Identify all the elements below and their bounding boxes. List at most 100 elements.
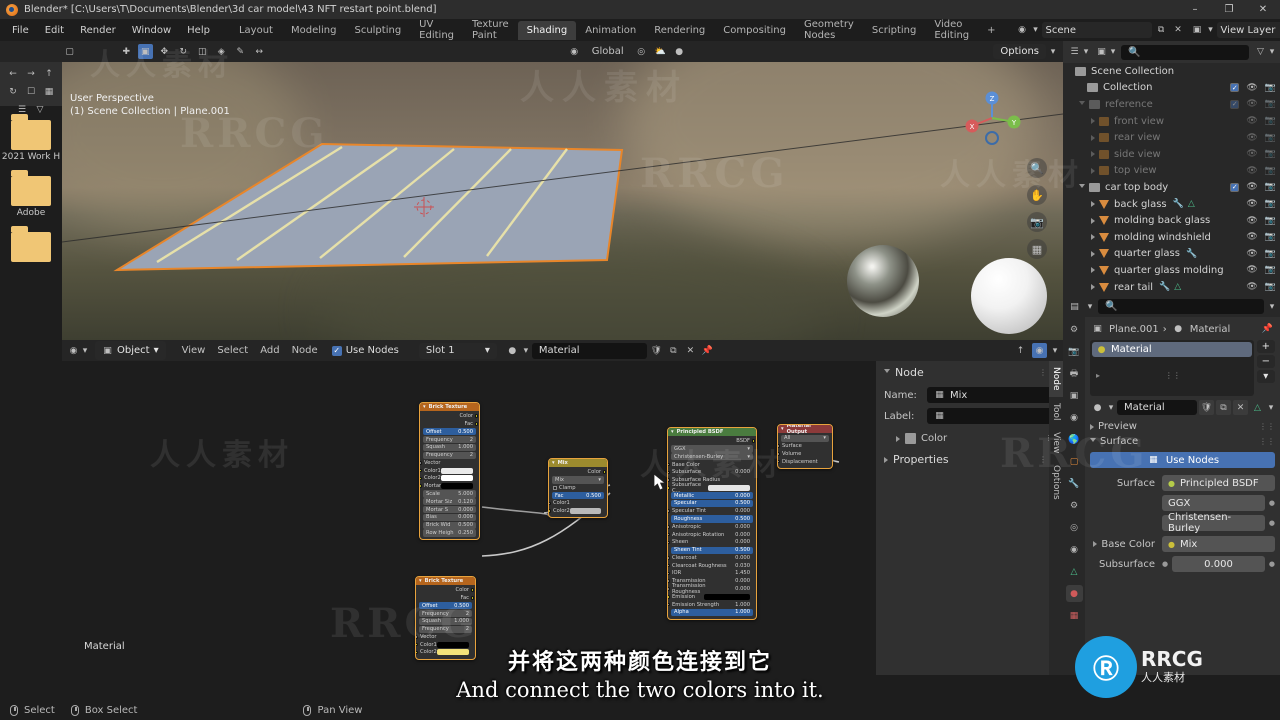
socket-dot[interactable] xyxy=(668,602,670,607)
shader-material-browse-icon[interactable]: ● xyxy=(505,343,520,358)
color-swatch[interactable] xyxy=(436,649,469,656)
node-dropdown[interactable]: Mix ▾ xyxy=(552,476,604,484)
socket-dot[interactable] xyxy=(420,484,422,489)
socket-dot[interactable] xyxy=(470,596,475,600)
socket-dot[interactable] xyxy=(668,540,670,545)
outliner-row-rear-view[interactable]: rear view 👁 📷 xyxy=(1063,129,1280,146)
forward-icon[interactable]: → xyxy=(24,66,39,81)
node-output-socket[interactable]: BSDF xyxy=(671,438,756,445)
node-value-row[interactable]: Fac 0.500 xyxy=(552,491,604,500)
node-value-row[interactable]: Offset 0.500 xyxy=(423,428,476,436)
left-item-1[interactable]: Adobe xyxy=(0,170,62,218)
new-material-icon[interactable]: ⧉ xyxy=(1216,400,1231,415)
modifier-icon[interactable]: 🔧 xyxy=(1159,282,1170,292)
tab-scene-icon[interactable]: ◉ xyxy=(1066,409,1083,426)
display-mode-icon[interactable]: ▦ xyxy=(42,84,57,99)
refresh-icon[interactable]: ↻ xyxy=(6,84,21,99)
render-camera-icon[interactable]: 📷 xyxy=(1265,182,1276,192)
node-output-socket[interactable]: Fac xyxy=(419,594,475,601)
socket-dot[interactable] xyxy=(470,588,475,592)
copy-scene-icon[interactable]: ⧉ xyxy=(1154,23,1169,38)
chevron-shader-type-icon[interactable]: ▾ xyxy=(81,343,89,358)
subsurface-method-dropdown[interactable]: Christensen-Burley xyxy=(1162,512,1265,534)
node-row[interactable]: Subsurface C... xyxy=(668,482,753,494)
node-color-swatch[interactable] xyxy=(905,433,916,444)
disclosure-icon[interactable] xyxy=(1091,118,1095,125)
socket-dot[interactable] xyxy=(668,595,670,599)
breadcrumb-object-label[interactable]: Plane.001 xyxy=(1109,324,1159,335)
grid-icon[interactable]: ▦ xyxy=(1027,239,1047,259)
camera-icon[interactable]: 📷 xyxy=(1027,212,1047,232)
subsurface-value-field[interactable]: 0.000 xyxy=(1172,556,1265,572)
visibility-eye-icon[interactable]: 👁 xyxy=(1246,149,1257,159)
disclosure-icon[interactable] xyxy=(1091,267,1095,274)
magnet-icon[interactable]: ⛅ xyxy=(653,44,668,59)
node-panel-header[interactable]: Node ⋮⋮ xyxy=(884,366,1055,379)
node-row[interactable]: Sheen 0.000 xyxy=(668,539,753,546)
tab-particles-icon[interactable]: ⚙ xyxy=(1066,497,1083,514)
socket-dot[interactable] xyxy=(549,509,551,513)
node-row[interactable]: Base Color xyxy=(668,461,753,468)
node-row[interactable]: Clearcoat Roughness 0.030 xyxy=(668,562,753,569)
node-header-brick_top[interactable]: ▾ Brick Texture xyxy=(420,403,479,411)
socket-dot[interactable] xyxy=(668,524,670,529)
options-button[interactable]: Options xyxy=(993,44,1046,59)
transform-tool-icon[interactable]: ◈ xyxy=(214,44,229,59)
node-value-row[interactable]: Squash 1.000 xyxy=(423,443,476,451)
render-camera-icon[interactable]: 📷 xyxy=(1265,149,1276,159)
socket-dot[interactable] xyxy=(778,444,780,448)
subsurface-method-animate-dot[interactable]: ● xyxy=(1269,519,1275,527)
shader-fake-user-icon[interactable]: 🛡 xyxy=(649,343,664,358)
node-value-row[interactable]: Brick Wid 0.500 xyxy=(423,521,476,529)
sidebar-tab-node[interactable]: Node xyxy=(1049,361,1063,397)
view-layer-selector[interactable]: ▣ ▾ View Layer ⧉ ✕ xyxy=(1190,22,1280,38)
outliner-checkbox[interactable]: ✓ xyxy=(1230,182,1240,192)
node-value-row[interactable]: Offset 0.500 xyxy=(419,602,472,610)
slot-grip-icon[interactable]: ⋮⋮ xyxy=(1165,371,1181,380)
node-value-row[interactable]: Bias 0.000 xyxy=(423,513,476,521)
visibility-eye-icon[interactable]: 👁 xyxy=(1246,99,1257,109)
shader-material-name-field[interactable]: Material xyxy=(531,342,647,359)
material-slot-list[interactable]: ● Material ▸ ⋮⋮ xyxy=(1090,340,1254,396)
node-dropdown[interactable]: GGX ▾ xyxy=(671,445,753,453)
socket-dot[interactable] xyxy=(549,501,551,506)
visibility-eye-icon[interactable]: 👁 xyxy=(1246,166,1257,176)
node-dropdown[interactable]: All ▾ xyxy=(781,434,829,442)
disclosure-icon[interactable] xyxy=(1091,151,1095,158)
navigation-gizmo[interactable]: Z X Y xyxy=(962,88,1022,146)
shader-new-material-icon[interactable]: ⧉ xyxy=(666,343,681,358)
tab-shading[interactable]: Shading xyxy=(517,20,577,40)
node-row[interactable]: Specular Tint 0.000 xyxy=(668,508,753,515)
close-button[interactable]: ✕ xyxy=(1246,0,1280,19)
node-mix[interactable]: ▾ Mix Color Mix ▾ Clamp Fac 0.500 Color1 Color2 xyxy=(548,458,608,519)
visibility-eye-icon[interactable]: 👁 xyxy=(1246,182,1257,192)
surface-shader-dropdown[interactable]: ● Principled BSDF xyxy=(1162,475,1275,491)
node-value-row[interactable]: Mortar Siz 0.120 xyxy=(423,498,476,506)
socket-dot[interactable] xyxy=(668,462,670,467)
new-folder-icon[interactable]: ☐ xyxy=(24,84,39,99)
panel-surface[interactable]: Surface ⋮⋮ xyxy=(1090,436,1275,447)
node-header-brick_bottom[interactable]: ▾ Brick Texture xyxy=(416,577,475,585)
outliner-row-side-view[interactable]: side view 👁 📷 xyxy=(1063,146,1280,163)
chevron-down-options-icon[interactable]: ▾ xyxy=(1049,44,1057,59)
sidebar-tab-tool[interactable]: Tool xyxy=(1049,397,1063,426)
visibility-eye-icon[interactable]: 👁 xyxy=(1246,249,1257,259)
snap-node-icon[interactable]: ↑ xyxy=(1013,343,1028,358)
move-tool-icon[interactable]: ✥ xyxy=(157,44,172,59)
shader-menu-node[interactable]: Node xyxy=(286,343,324,358)
outliner-row-molding-windshield[interactable]: molding windshield 👁 📷 xyxy=(1063,229,1280,246)
socket-dot[interactable] xyxy=(420,468,422,473)
tab-rendering[interactable]: Rendering xyxy=(645,21,714,40)
node-value-row[interactable]: Frequency 2 xyxy=(419,609,472,618)
outliner-row-quarter-glass-molding[interactable]: quarter glass molding 👁 📷 xyxy=(1063,262,1280,279)
socket-dot[interactable] xyxy=(416,642,418,647)
node-output-socket[interactable]: Color xyxy=(552,469,607,476)
color-swatch[interactable] xyxy=(440,467,473,474)
color-swatch[interactable] xyxy=(440,475,473,482)
node-output[interactable]: ▾ Material Output All ▾ Surface Volume Displac… xyxy=(777,424,833,469)
outliner-search-input[interactable]: 🔍 xyxy=(1121,44,1249,60)
annotate-tool-icon[interactable]: ✎ xyxy=(233,44,248,59)
outliner[interactable]: ☰ ▾ ▣ ▾ 🔍 ▽ ▾ Scene Collection Collection… xyxy=(1063,41,1280,296)
tab-world-icon[interactable]: 🌎 xyxy=(1066,431,1083,448)
chevron-props-icon[interactable]: ▾ xyxy=(1086,299,1094,314)
